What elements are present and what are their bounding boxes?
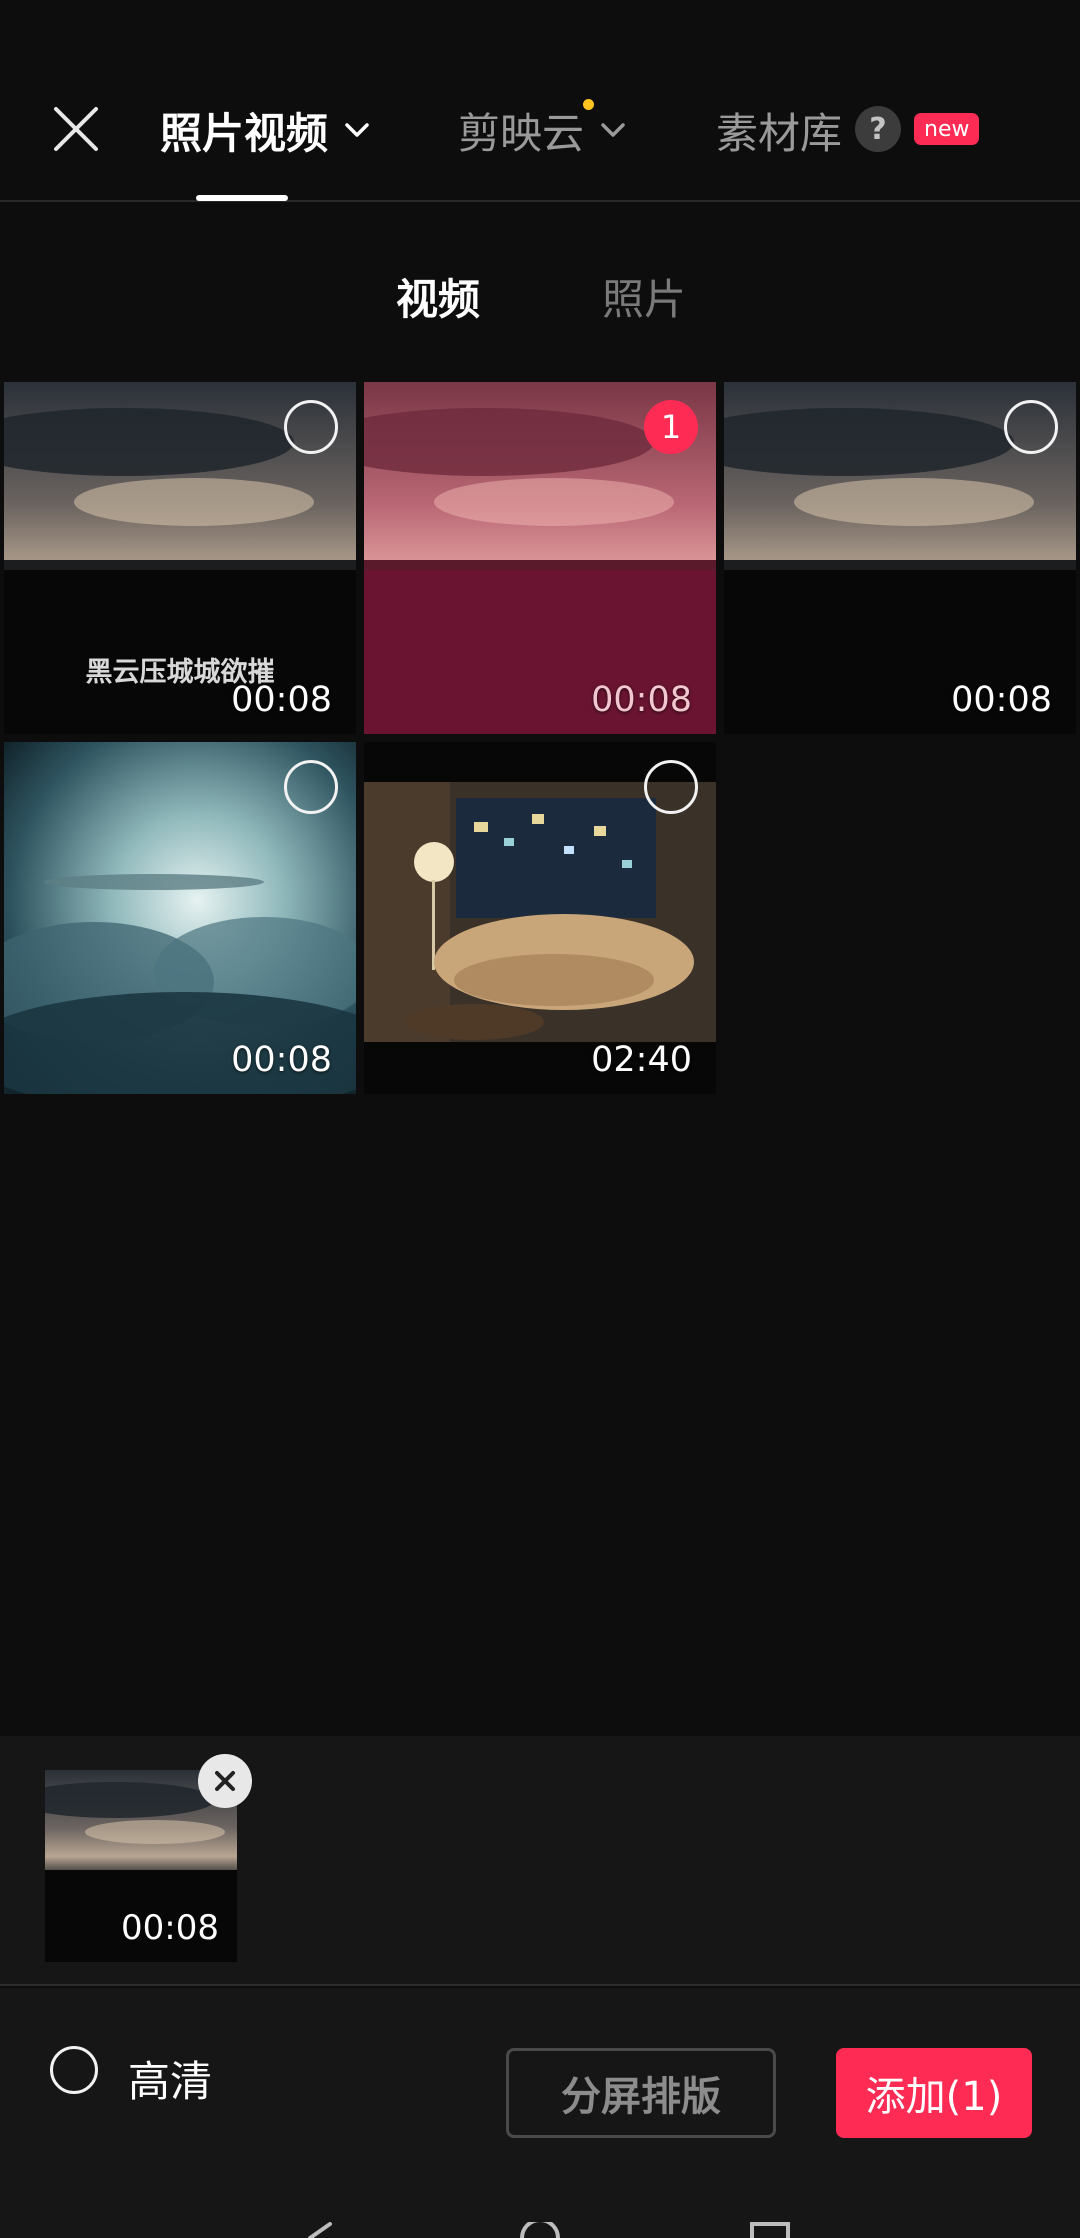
duration-label: 00:08 [591, 680, 692, 720]
tab-material-library[interactable]: 素材库 [716, 100, 842, 160]
chevron-down-icon [345, 123, 369, 137]
back-nav-icon[interactable] [300, 2222, 340, 2238]
duration-label: 00:08 [231, 1040, 332, 1080]
recents-nav-icon[interactable] [750, 2222, 790, 2238]
select-circle[interactable] [644, 760, 698, 814]
duration-label: 00:08 [121, 1908, 219, 1948]
remove-clip-button[interactable] [198, 1754, 252, 1808]
duration-label: 00:08 [951, 680, 1052, 720]
top-bar: 照片视频 剪映云 素材库 ? new [0, 0, 1080, 202]
select-circle[interactable] [284, 760, 338, 814]
chevron-down-icon [601, 123, 625, 137]
tab-label: 照片视频 [160, 108, 329, 158]
notification-dot [583, 99, 594, 110]
selection-number-badge[interactable]: 1 [644, 400, 698, 454]
select-circle[interactable] [1004, 400, 1058, 454]
subtab-photo[interactable]: 照片 [602, 266, 686, 327]
split-screen-button[interactable]: 分屏排版 [506, 2048, 776, 2138]
media-tile[interactable]: 02:40 [364, 742, 716, 1094]
media-tile[interactable]: 黑云压城城欲摧 00:08 [4, 382, 356, 734]
hd-label[interactable]: 高清 [128, 2048, 212, 2109]
duration-label: 00:08 [231, 680, 332, 720]
hd-radio[interactable] [50, 2046, 98, 2094]
media-tile[interactable]: 00:08 [4, 742, 356, 1094]
home-nav-icon[interactable] [518, 2222, 562, 2238]
media-grid: 黑云压城城欲摧 00:08 1 00:08 00:08 00:08 02:40 [4, 382, 1078, 1094]
new-badge: new [914, 113, 980, 145]
tab-label: 剪映云 [458, 108, 585, 158]
selection-tray: 00:08 [0, 1736, 1080, 1986]
tab-photos-videos[interactable]: 照片视频 [160, 100, 372, 160]
active-tab-indicator [196, 195, 288, 201]
subtab-video[interactable]: 视频 [396, 266, 480, 327]
duration-label: 02:40 [591, 1040, 692, 1080]
close-icon [54, 107, 98, 151]
media-tile[interactable]: 1 00:08 [364, 382, 716, 734]
help-icon[interactable]: ? [855, 106, 901, 152]
media-tile[interactable]: 00:08 [724, 382, 1076, 734]
tab-label: 素材库 [716, 108, 843, 158]
close-icon [215, 1771, 235, 1791]
add-button[interactable]: 添加(1) [836, 2048, 1032, 2138]
tab-cloud[interactable]: 剪映云 [458, 100, 628, 160]
select-circle[interactable] [284, 400, 338, 454]
close-button[interactable] [50, 103, 102, 155]
